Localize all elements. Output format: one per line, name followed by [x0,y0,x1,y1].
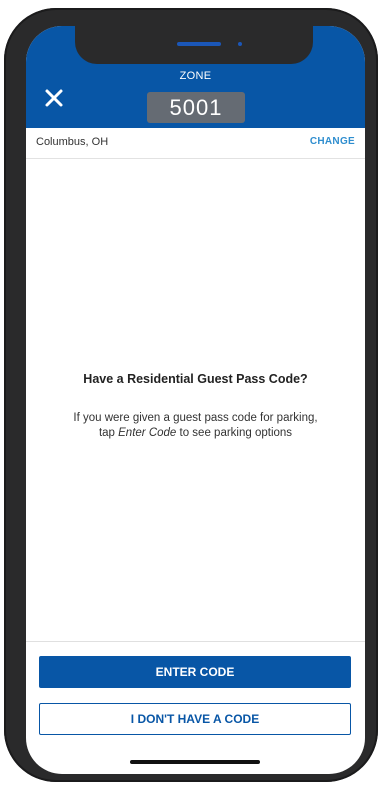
home-indicator[interactable] [130,760,260,764]
phone-frame: ZONE 5001 Columbus, OH CHANGE Have a Res… [4,8,378,782]
zone-number[interactable]: 5001 [147,92,245,123]
instructions-text-end: to see parking options [176,427,293,439]
location-bar: Columbus, OH CHANGE [26,128,365,159]
instructions-emphasis: Enter Code [118,427,177,439]
front-camera [238,42,242,46]
guest-pass-title: Have a Residential Guest Pass Code? [83,372,308,386]
zone-label: ZONE [179,70,212,82]
app-screen: ZONE 5001 Columbus, OH CHANGE Have a Res… [26,26,365,774]
no-code-button[interactable]: I DON'T HAVE A CODE [39,703,351,735]
change-location-link[interactable]: CHANGE [310,136,355,147]
footer-divider [26,641,365,642]
device-notch [75,26,313,64]
speaker-grille [177,42,221,46]
close-button[interactable] [42,86,66,110]
enter-code-button[interactable]: ENTER CODE [39,656,351,688]
close-icon [45,89,63,107]
location-name: Columbus, OH [36,136,109,148]
guest-pass-instructions: If you were given a guest pass code for … [66,411,325,441]
